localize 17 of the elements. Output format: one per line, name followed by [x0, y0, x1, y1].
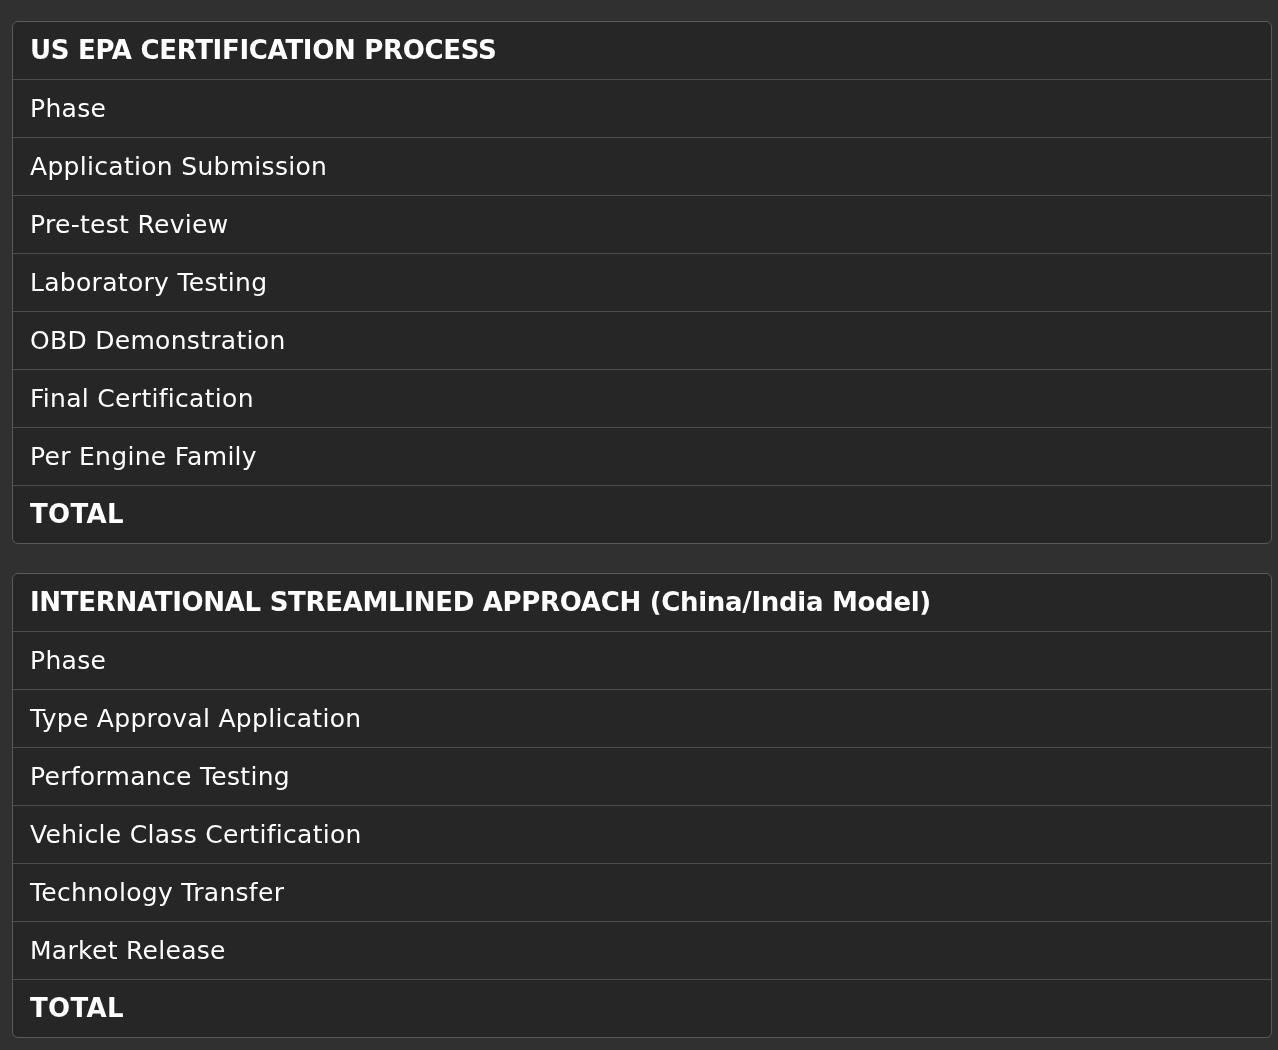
table-title: INTERNATIONAL STREAMLINED APPROACH (China/India Model) — [29, 586, 932, 619]
table-cell: Final Certification — [13, 369, 1271, 427]
total-cell: TOTAL — [13, 979, 1271, 1037]
table-cell: Technology Transfer — [13, 863, 1271, 921]
table-cell: Phase — [13, 79, 1271, 137]
table-cell: Type Approval Application — [13, 689, 1271, 747]
table-cell: Per Engine Family — [13, 427, 1271, 485]
table-cell: OBD Demonstration — [13, 311, 1271, 369]
table-cell: Application Submission — [13, 137, 1271, 195]
table-title: US EPA CERTIFICATION PROCESS — [29, 34, 498, 67]
total-cell: TOTAL — [13, 485, 1271, 543]
table-cell: Pre-test Review — [13, 195, 1271, 253]
table-cell: Vehicle Class Certification — [13, 805, 1271, 863]
table-cell: Laboratory Testing — [13, 253, 1271, 311]
table-cell: Phase — [13, 631, 1271, 689]
table-cell: Market Release — [13, 921, 1271, 979]
table-cell: Performance Testing — [13, 747, 1271, 805]
